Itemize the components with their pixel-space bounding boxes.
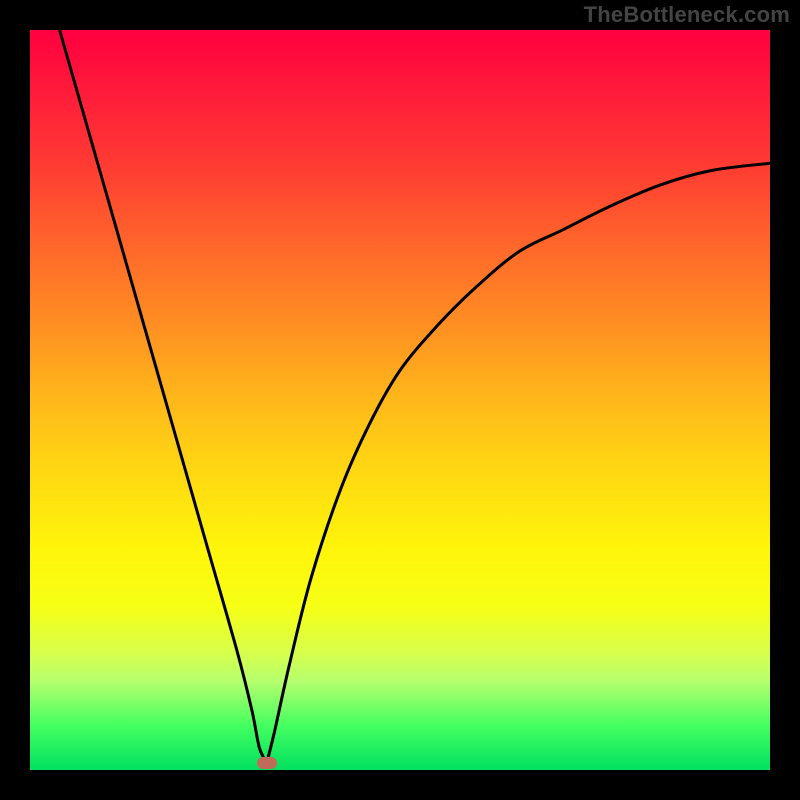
plot-area (30, 30, 770, 770)
watermark-text: TheBottleneck.com (584, 2, 790, 28)
bottleneck-curve (30, 30, 770, 770)
curve-path (60, 30, 770, 765)
chart-frame: TheBottleneck.com (0, 0, 800, 800)
minimum-marker (257, 757, 277, 769)
